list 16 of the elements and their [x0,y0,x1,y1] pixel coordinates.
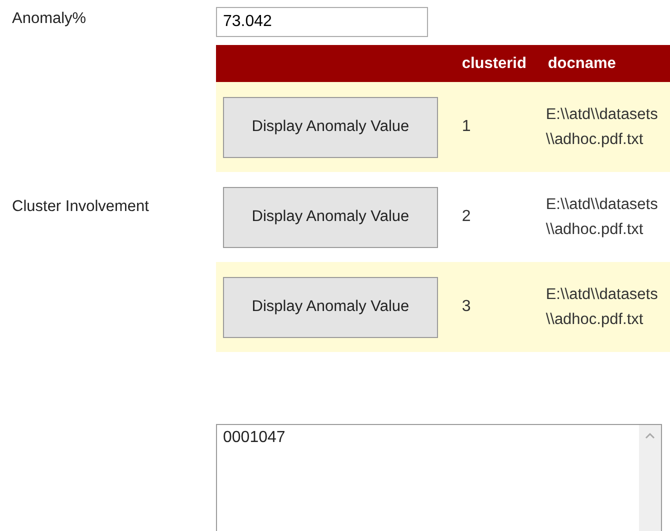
table-cell: 1 [452,82,538,172]
display-button[interactable]: Display Anomaly Value [223,96,438,158]
table-cell: E:\\atd\\datasets\\adhoc.pdf.txt [538,82,670,172]
input-field[interactable]: 73.042 [216,7,428,37]
table-cell: 3 [452,262,538,352]
output-textarea[interactable]: 0001047 [216,424,662,531]
table-cell: 2 [452,172,538,262]
column-header: clusterid [452,45,538,82]
display-button[interactable]: Display Anomaly Value [223,276,438,338]
scroll-up-icon[interactable] [645,433,655,439]
display-button[interactable]: Display Anomaly Value [223,186,438,248]
column-header: docname [538,45,670,82]
table-cell: E:\\atd\\datasets\\adhoc.pdf.txt [538,172,670,262]
field-label: Cluster Involvement [11,198,149,216]
table-cell: E:\\atd\\datasets\\adhoc.pdf.txt [538,262,670,352]
field-label: Anomaly% [11,9,86,28]
